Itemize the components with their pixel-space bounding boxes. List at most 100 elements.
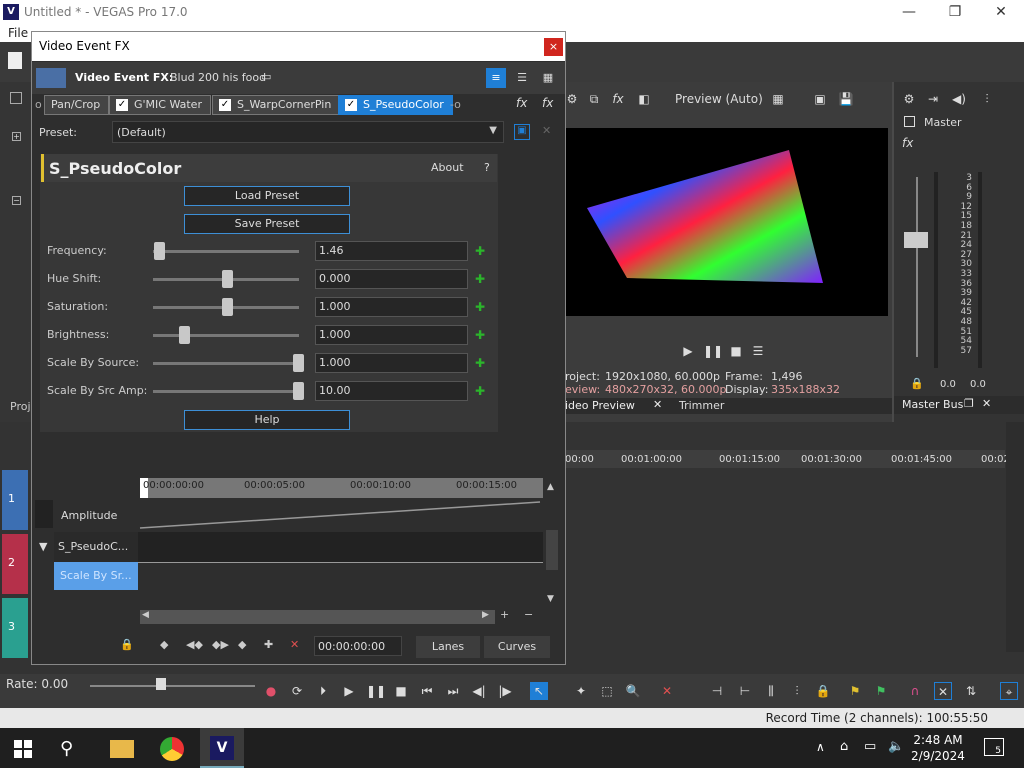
menu-icon[interactable]: ☰	[749, 342, 767, 360]
lock-icon[interactable]: 🔒	[120, 638, 134, 651]
master-checkbox[interactable]	[904, 116, 915, 127]
curves-tab[interactable]: Curves	[484, 636, 550, 658]
zoom-out-icon[interactable]: −	[524, 608, 533, 621]
play-from-start-icon[interactable]: ⏵	[314, 682, 332, 700]
notifications-icon[interactable]: 5	[984, 738, 1004, 756]
param-value-field[interactable]: 1.000	[315, 353, 468, 373]
add-keyframe-icon[interactable]: ✚	[475, 245, 487, 257]
add-fx-icon[interactable]: fx	[516, 96, 527, 110]
rename-icon[interactable]: ▭	[261, 70, 271, 83]
checkbox-icon[interactable]: ✓	[345, 99, 357, 111]
param-value-field[interactable]: 1.46	[315, 241, 468, 261]
monitor-icon[interactable]: ▭	[864, 739, 876, 754]
param-slider-track[interactable]	[153, 362, 299, 365]
fx-icon[interactable]: fx	[902, 136, 913, 150]
param-value-field[interactable]: 10.00	[315, 381, 468, 401]
maximize-button[interactable]: ❐	[932, 2, 978, 22]
add-keyframe-icon[interactable]: ✚	[264, 638, 273, 651]
normal-edit-tool-icon[interactable]: ↖	[530, 682, 548, 700]
scroll-left-icon[interactable]: ◀	[142, 610, 149, 620]
save-preset-button[interactable]: Save Preset	[184, 214, 350, 234]
param-slider-track[interactable]	[153, 334, 299, 337]
split-view-icon[interactable]: ☰	[512, 68, 532, 88]
delete-preset-icon[interactable]: ✕	[542, 124, 551, 137]
save-preset-icon[interactable]: ▣	[514, 124, 530, 140]
param-value-field[interactable]: 1.000	[315, 325, 468, 345]
envelope-tool-icon[interactable]: ✦	[572, 682, 590, 700]
collapse-triangle-icon[interactable]: ▼	[39, 540, 47, 553]
list-view-icon[interactable]: ≡	[486, 68, 506, 88]
about-link[interactable]: About	[431, 161, 464, 174]
bus-icon[interactable]: ⇥	[924, 90, 942, 108]
add-keyframe-icon[interactable]: ✚	[475, 329, 487, 341]
last-keyframe-icon[interactable]: ◆	[238, 638, 246, 651]
checkbox-icon[interactable]: ✓	[219, 99, 231, 111]
timeline-vscroll[interactable]	[1006, 422, 1024, 652]
pseudocolor-lane[interactable]	[138, 532, 543, 562]
chrome-icon[interactable]	[160, 737, 184, 761]
volume-icon[interactable]: 🔈	[888, 739, 904, 754]
close-icon[interactable]: ✕	[653, 398, 662, 411]
add-keyframe-icon[interactable]: ✚	[475, 357, 487, 369]
mixer-icon[interactable]: ⫶	[978, 90, 996, 108]
param-slider-thumb[interactable]	[179, 326, 190, 344]
prev-keyframe-icon[interactable]: ◀◆	[186, 638, 203, 651]
speaker-icon[interactable]: ◀)	[950, 90, 968, 108]
prev-frame-icon[interactable]: ◀|	[470, 682, 488, 700]
settings-icon[interactable]: ⚙	[900, 90, 918, 108]
pause-icon[interactable]: ❚❚	[366, 682, 386, 700]
lock-envelopes-icon[interactable]: ⌖	[1000, 682, 1018, 700]
go-start-icon[interactable]: ⏮	[418, 682, 436, 700]
selection-tool-icon[interactable]: ⬚	[598, 682, 616, 700]
zoom-tool-icon[interactable]: 🔍	[624, 682, 642, 700]
menu-file[interactable]: File	[8, 26, 28, 40]
keyframe-time-field[interactable]: 00:00:00:00	[314, 636, 402, 656]
param-slider-thumb[interactable]	[222, 298, 233, 316]
preset-select[interactable]: (Default) ▼	[112, 121, 504, 143]
restore-icon[interactable]: ❐	[964, 397, 974, 410]
windows-start-icon[interactable]	[14, 740, 32, 758]
auto-crossfade-icon[interactable]: ✕	[934, 682, 952, 700]
stop-icon[interactable]: ■	[727, 342, 745, 360]
file-explorer-icon[interactable]	[110, 740, 134, 758]
scroll-up-icon[interactable]: ▲	[547, 482, 554, 492]
play-icon[interactable]: ▶	[340, 682, 358, 700]
track-1-header[interactable]: 1	[2, 470, 28, 530]
preview-mode-select[interactable]: Preview (Auto)	[675, 92, 763, 106]
save-frame-icon[interactable]: 💾	[837, 90, 855, 108]
keyframe-hscroll[interactable]	[140, 610, 495, 624]
play-icon[interactable]: ▶	[679, 342, 697, 360]
record-icon[interactable]: ●	[262, 682, 280, 700]
param-slider-track[interactable]	[153, 250, 299, 253]
chain-item-warp-corner-pin[interactable]: ✓ S_WarpCornerPin	[212, 95, 341, 115]
rate-slider-thumb[interactable]	[156, 678, 166, 690]
collapse-icon[interactable]: −	[12, 196, 21, 205]
add-keyframe-icon[interactable]: ✚	[475, 385, 487, 397]
grid-icon[interactable]: ▦	[769, 90, 787, 108]
close-window-button[interactable]: ✕	[978, 2, 1024, 22]
help-question-link[interactable]: ?	[484, 161, 490, 174]
chain-item-pseudocolor[interactable]: ✓ S_PseudoColor	[338, 95, 453, 115]
row-amplitude[interactable]: Amplitude	[61, 509, 117, 522]
network-icon[interactable]: ⌂	[840, 739, 848, 754]
copy-frame-icon[interactable]: ▣	[811, 90, 829, 108]
region-icon[interactable]: ⚑	[872, 682, 890, 700]
vegas-taskbar-button[interactable]: V	[200, 728, 244, 768]
delete-keyframe-icon[interactable]: ✕	[290, 638, 299, 651]
add-keyframe-icon[interactable]: ✚	[475, 273, 487, 285]
zoom-in-icon[interactable]: +	[500, 608, 509, 621]
tab-master-bus[interactable]: Master Bus	[902, 398, 963, 411]
param-slider-thumb[interactable]	[293, 354, 304, 372]
split-icon[interactable]: ⫼	[762, 682, 780, 700]
lane-scrollbar[interactable]	[546, 530, 558, 570]
panel-icon[interactable]	[10, 92, 22, 104]
row-scale-by-src[interactable]: Scale By Sr...	[54, 562, 138, 590]
fx-icon[interactable]: fx	[609, 90, 627, 108]
lanes-tab[interactable]: Lanes	[416, 636, 480, 658]
track-3-header[interactable]: 3	[2, 598, 28, 658]
lock-icon[interactable]: 🔒	[910, 377, 924, 390]
clock[interactable]: 2:48 AM 2/9/2024	[910, 732, 966, 764]
chain-item-pan-crop[interactable]: Pan/Crop	[44, 95, 110, 115]
snap-icon[interactable]: ∩	[906, 682, 924, 700]
trim-start-icon[interactable]: ⊣	[708, 682, 726, 700]
